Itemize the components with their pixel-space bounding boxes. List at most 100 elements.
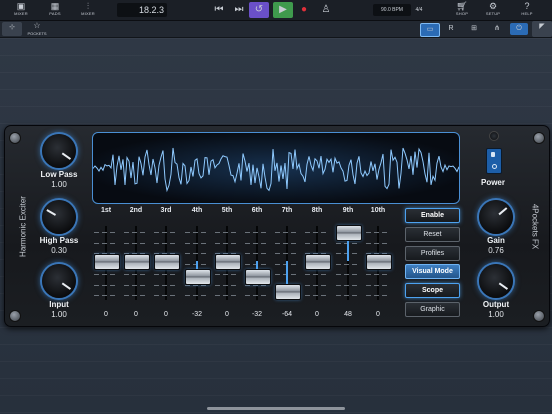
screw-icon <box>9 132 21 144</box>
fader-tick <box>366 274 390 275</box>
reset-button[interactable]: Reset <box>405 227 460 242</box>
setup-button[interactable]: ⚙ SETUP <box>478 1 508 19</box>
harmonic-value: 0 <box>376 311 380 318</box>
harmonic-label: 6th <box>251 207 263 214</box>
input-value: 1.00 <box>51 310 67 319</box>
tempo-display[interactable]: 90.0 BPM <box>373 4 411 16</box>
fader-tick <box>185 285 209 286</box>
graphic-button[interactable]: Graphic <box>405 302 460 317</box>
output-label: Output <box>482 300 510 309</box>
top-toolbar: ▣ MIXER ▦ PADS ⫶ MIXER 18.2.3 ⏮ ⏭ ↺ ▶ ● … <box>0 0 552 21</box>
harmonic-value: 0 <box>225 311 229 318</box>
harmonic-value: 0 <box>315 311 319 318</box>
song-position[interactable]: 18.2.3 <box>117 3 167 17</box>
profiles-button[interactable]: Profiles <box>405 246 460 261</box>
harmonic-label: 5th <box>221 207 233 214</box>
record-button[interactable]: ● <box>294 2 314 18</box>
harmonic-fader[interactable] <box>366 254 392 270</box>
fader-tick <box>124 243 148 244</box>
power-switch[interactable] <box>486 148 502 174</box>
harmonic-label: 8th <box>311 207 323 214</box>
fader-tick <box>94 274 118 275</box>
low-pass-label: Low Pass <box>40 170 78 179</box>
harmonic-value: -64 <box>281 311 293 318</box>
fader-tick <box>245 243 269 244</box>
harmonic-value: 0 <box>164 311 168 318</box>
harmonic-fader[interactable] <box>245 269 271 285</box>
time-signature[interactable]: 4/4 <box>412 4 426 16</box>
harmonic-fader[interactable] <box>336 225 362 241</box>
play-button[interactable]: ▶ <box>273 2 293 18</box>
harmonic-fader[interactable] <box>124 254 150 270</box>
collapse-button[interactable]: ◤ <box>532 21 552 37</box>
power-label: Power <box>480 178 505 187</box>
plugin-brand: 4Pockets FX <box>530 203 540 250</box>
harmonic-fader[interactable] <box>275 284 301 300</box>
fader-tick <box>366 295 390 296</box>
pads-button[interactable]: ▦ PADS <box>40 1 70 19</box>
output-knob[interactable] <box>479 264 513 298</box>
fader-tick <box>245 232 269 233</box>
low-pass-value: 1.00 <box>51 180 67 189</box>
screw-icon <box>9 310 21 322</box>
fader-tick <box>366 243 390 244</box>
visual-mode-button[interactable]: Visual Mode <box>405 264 460 279</box>
grid-button[interactable]: ⊞ <box>465 23 483 35</box>
add-track-button[interactable]: ⊹ <box>2 22 22 36</box>
harmonic-fader[interactable] <box>305 254 331 270</box>
harmonic-fader[interactable] <box>94 254 120 270</box>
r-button[interactable]: R <box>442 23 460 35</box>
input-knob[interactable] <box>42 264 76 298</box>
fader-tick <box>305 295 329 296</box>
fader-tick <box>94 295 118 296</box>
scope-display <box>92 132 460 204</box>
fx-button[interactable]: ⋔ <box>488 23 506 35</box>
fx-icon: ⋔ <box>494 25 500 32</box>
fader-tick <box>154 274 178 275</box>
fader-tick <box>124 285 148 286</box>
gain-knob[interactable] <box>479 200 513 234</box>
harmonic-fader[interactable] <box>215 254 241 270</box>
fader-tick <box>245 253 269 254</box>
fader-tick <box>185 232 209 233</box>
scope-button[interactable]: Scope <box>405 283 460 298</box>
power-toggle-button[interactable]: ⏻ <box>510 23 528 35</box>
fader-tick <box>305 285 329 286</box>
fader-tick <box>154 285 178 286</box>
loop-button[interactable]: ↺ <box>249 2 269 18</box>
help-button[interactable]: ? HELP <box>512 1 542 19</box>
rewind-start-button[interactable]: ⏮ <box>209 2 229 18</box>
grid-icon: ⊞ <box>471 25 477 32</box>
mixer-button[interactable]: ▣ MIXER <box>6 1 36 19</box>
low-pass-knob[interactable] <box>42 134 76 168</box>
fader-tick <box>336 295 360 296</box>
metronome-button[interactable]: ♙ <box>316 2 336 18</box>
fader-tick <box>305 232 329 233</box>
home-indicator[interactable] <box>207 407 345 410</box>
play-icon: ▶ <box>279 4 287 15</box>
secondary-toolbar: ⊹ ☆ POCKETS ▭ R ⊞ ⋔ ⏻ ◤ <box>0 21 552 38</box>
harmonic-fader[interactable] <box>154 254 180 270</box>
fader-tick <box>215 295 239 296</box>
fader-tick <box>185 295 209 296</box>
window-button[interactable]: ▭ <box>420 23 440 37</box>
pockets-button[interactable]: ☆ POCKETS <box>26 21 48 37</box>
star-icon: ☆ <box>33 21 41 30</box>
fader-tick <box>336 274 360 275</box>
skip-forward-button[interactable]: ⏭ <box>229 2 249 18</box>
harmonic-label: 10th <box>370 207 386 214</box>
harmonic-fader[interactable] <box>185 269 211 285</box>
sliders-button[interactable]: ⫶ MIXER <box>73 1 103 19</box>
window-icon: ▭ <box>426 26 434 33</box>
mixer-icon: ▣ <box>16 1 26 11</box>
high-pass-knob[interactable] <box>42 200 76 234</box>
shop-button[interactable]: 🛒︎ SHOP <box>447 1 477 19</box>
harmonic-value: 0 <box>104 311 108 318</box>
enable-button[interactable]: Enable <box>405 208 460 223</box>
fader-tick <box>215 243 239 244</box>
fader-tick <box>275 243 299 244</box>
harmonic-label: 9th <box>342 207 354 214</box>
pads-icon: ▦ <box>50 1 60 11</box>
fader-tick <box>215 232 239 233</box>
harmonic-label: 2nd <box>129 207 143 214</box>
